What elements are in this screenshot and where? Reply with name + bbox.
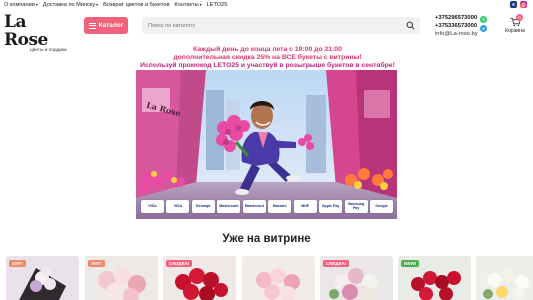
chevron-down-icon: ▾ (199, 2, 202, 7)
google-pay-logo: Google (370, 199, 394, 213)
instagram-icon[interactable]: ◎ (520, 1, 527, 8)
hit-badge: ХИТ! (9, 260, 26, 267)
product-card[interactable]: СКИДКА! (320, 256, 393, 300)
chevron-down-icon: ▾ (35, 2, 38, 7)
sale-badge: СКИДКА! (323, 260, 350, 267)
phone-1[interactable]: +375296573000 (435, 14, 478, 22)
messenger-icons: ✆ ➤ (480, 16, 487, 32)
vk-icon[interactable]: к (510, 1, 517, 8)
promo-line-3: Используй промокод LETO25 и участвуй в р… (140, 62, 395, 69)
visa-logo: VISA (141, 199, 164, 213)
logo[interactable]: La Rose цветы и подарки (4, 13, 74, 53)
telegram-icon[interactable]: ➤ (480, 25, 487, 32)
promo-line-2: дополнительная скидка 25% на ВСЕ букеты … (173, 54, 362, 61)
chevron-down-icon: ▾ (96, 2, 99, 7)
hero-illustration: La Rose (136, 70, 397, 219)
logo-text: La Rose (4, 12, 48, 50)
product-card[interactable]: ХИТ! (6, 256, 79, 300)
catalog-button[interactable]: Каталог (84, 17, 128, 34)
product-card[interactable]: ХИТ! (85, 256, 158, 300)
social-links: к ◎ (510, 1, 527, 8)
product-image (242, 256, 315, 300)
apple-pay-logo: Apple Pay (319, 199, 343, 213)
mastercard-logo: Mastercard (217, 199, 241, 213)
nav-item-returns[interactable]: Возврат цветов и букетов (103, 2, 169, 8)
search-icon[interactable] (406, 21, 415, 30)
cart-button[interactable]: 0 Корзина (504, 14, 526, 36)
product-image (476, 256, 533, 300)
nav-item-about[interactable]: О компании▾ (4, 2, 38, 8)
mir-logo: МИР (293, 199, 317, 213)
top-bar: О компании▾ Доставка по Минску▾ Возврат … (0, 0, 533, 10)
product-card[interactable] (242, 256, 315, 300)
sale-badge: СКИДКА! (166, 260, 193, 267)
mastercard-logo: Mastercard (242, 199, 266, 213)
product-card[interactable]: СКИДКА! (163, 256, 236, 300)
hit-badge: ХИТ! (88, 260, 105, 267)
product-carousel: ХИТ! ХИТ! СКИДКА! СКИДКА! NEW! (6, 256, 533, 300)
product-card[interactable] (476, 256, 533, 300)
visa-logo: VISA (166, 199, 190, 213)
product-card[interactable]: NEW! (398, 256, 471, 300)
email-link[interactable]: info@La-rose.by (435, 30, 478, 38)
contacts-block: +375296573000 +375336573000 info@La-rose… (435, 14, 478, 38)
hero-banner[interactable]: La Rose (136, 70, 397, 219)
new-badge: NEW! (401, 260, 420, 267)
search-bar (142, 17, 420, 34)
promo-text: Каждый день до конца лета с 19:00 до 21:… (120, 46, 415, 70)
search-input[interactable] (148, 22, 388, 29)
belkart-logo: Белкарт (191, 199, 215, 213)
logo-subtitle: цветы и подарки (30, 48, 67, 53)
payment-methods: VISA VISA Белкарт Mastercard Mastercard … (141, 198, 394, 214)
nav-item-contacts[interactable]: Контакты▾ (174, 2, 201, 8)
section-title: Уже на витрине (222, 233, 311, 245)
promo-line-1: Каждый день до конца лета с 19:00 до 21:… (193, 46, 342, 53)
whatsapp-icon[interactable]: ✆ (480, 16, 487, 23)
nav-item-promo[interactable]: LETO25 (207, 2, 228, 8)
phone-2[interactable]: +375336573000 (435, 22, 478, 30)
cart-label: Корзина (505, 28, 525, 34)
maestro-logo: Maestro (268, 199, 292, 213)
cart-count-badge: 0 (516, 14, 523, 21)
nav-item-delivery[interactable]: Доставка по Минску▾ (43, 2, 98, 8)
top-nav: О компании▾ Доставка по Минску▾ Возврат … (4, 2, 227, 8)
menu-icon (88, 22, 96, 29)
samsung-pay-logo: Samsung Pay (344, 199, 368, 213)
